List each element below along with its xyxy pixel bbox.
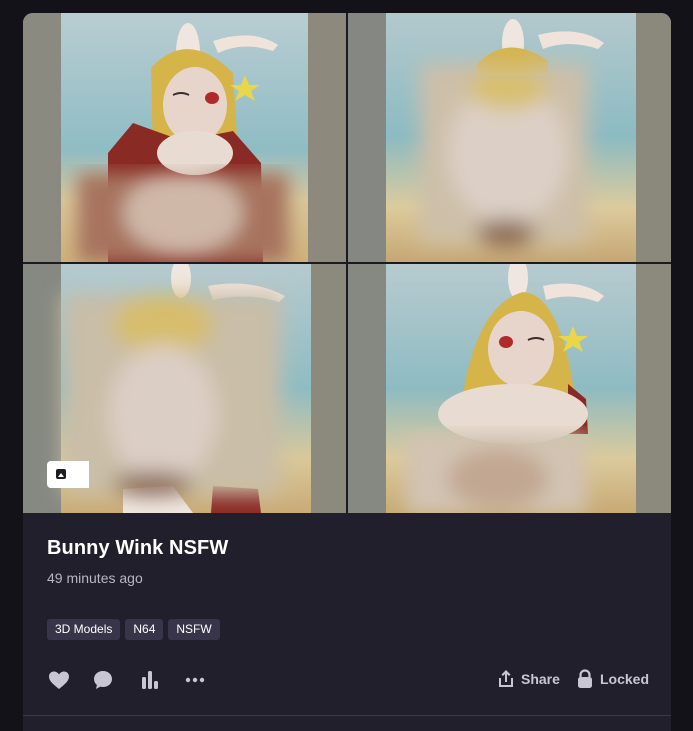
post-card: Bunny Wink NSFW 49 minutes ago 3D Models… — [23, 13, 671, 731]
image-grid[interactable] — [23, 13, 671, 513]
image-tile-3[interactable] — [23, 264, 346, 513]
post-timestamp: 49 minutes ago — [47, 570, 143, 586]
post-title[interactable]: Bunny Wink NSFW — [47, 537, 228, 560]
tag-nsfw[interactable]: NSFW — [168, 619, 220, 640]
locked-button[interactable]: Locked — [576, 669, 649, 689]
image-tile-4[interactable] — [348, 264, 671, 513]
heart-icon — [49, 671, 69, 689]
tag-3d-models[interactable]: 3D Models — [47, 619, 121, 640]
comment-icon — [94, 671, 112, 689]
bar-chart-icon — [142, 671, 158, 689]
tag-n64[interactable]: N64 — [125, 619, 164, 640]
locked-label: Locked — [600, 671, 650, 687]
image-tile-1[interactable] — [23, 13, 346, 262]
divider — [23, 715, 671, 716]
share-button[interactable]: Share — [497, 669, 560, 689]
share-label: Share — [521, 671, 560, 687]
media-type-badge — [47, 461, 89, 488]
stats-button[interactable] — [138, 668, 162, 692]
lock-icon — [578, 669, 592, 688]
like-button[interactable] — [47, 668, 71, 692]
action-bar: Share Locked — [23, 665, 671, 695]
image-icon — [56, 469, 66, 479]
share-icon — [499, 670, 513, 687]
image-tile-2[interactable] — [348, 13, 671, 262]
more-dots-icon — [185, 677, 205, 683]
tag-list: 3D Models N64 NSFW — [47, 619, 220, 640]
more-options-button[interactable] — [183, 668, 207, 692]
comment-button[interactable] — [91, 668, 115, 692]
